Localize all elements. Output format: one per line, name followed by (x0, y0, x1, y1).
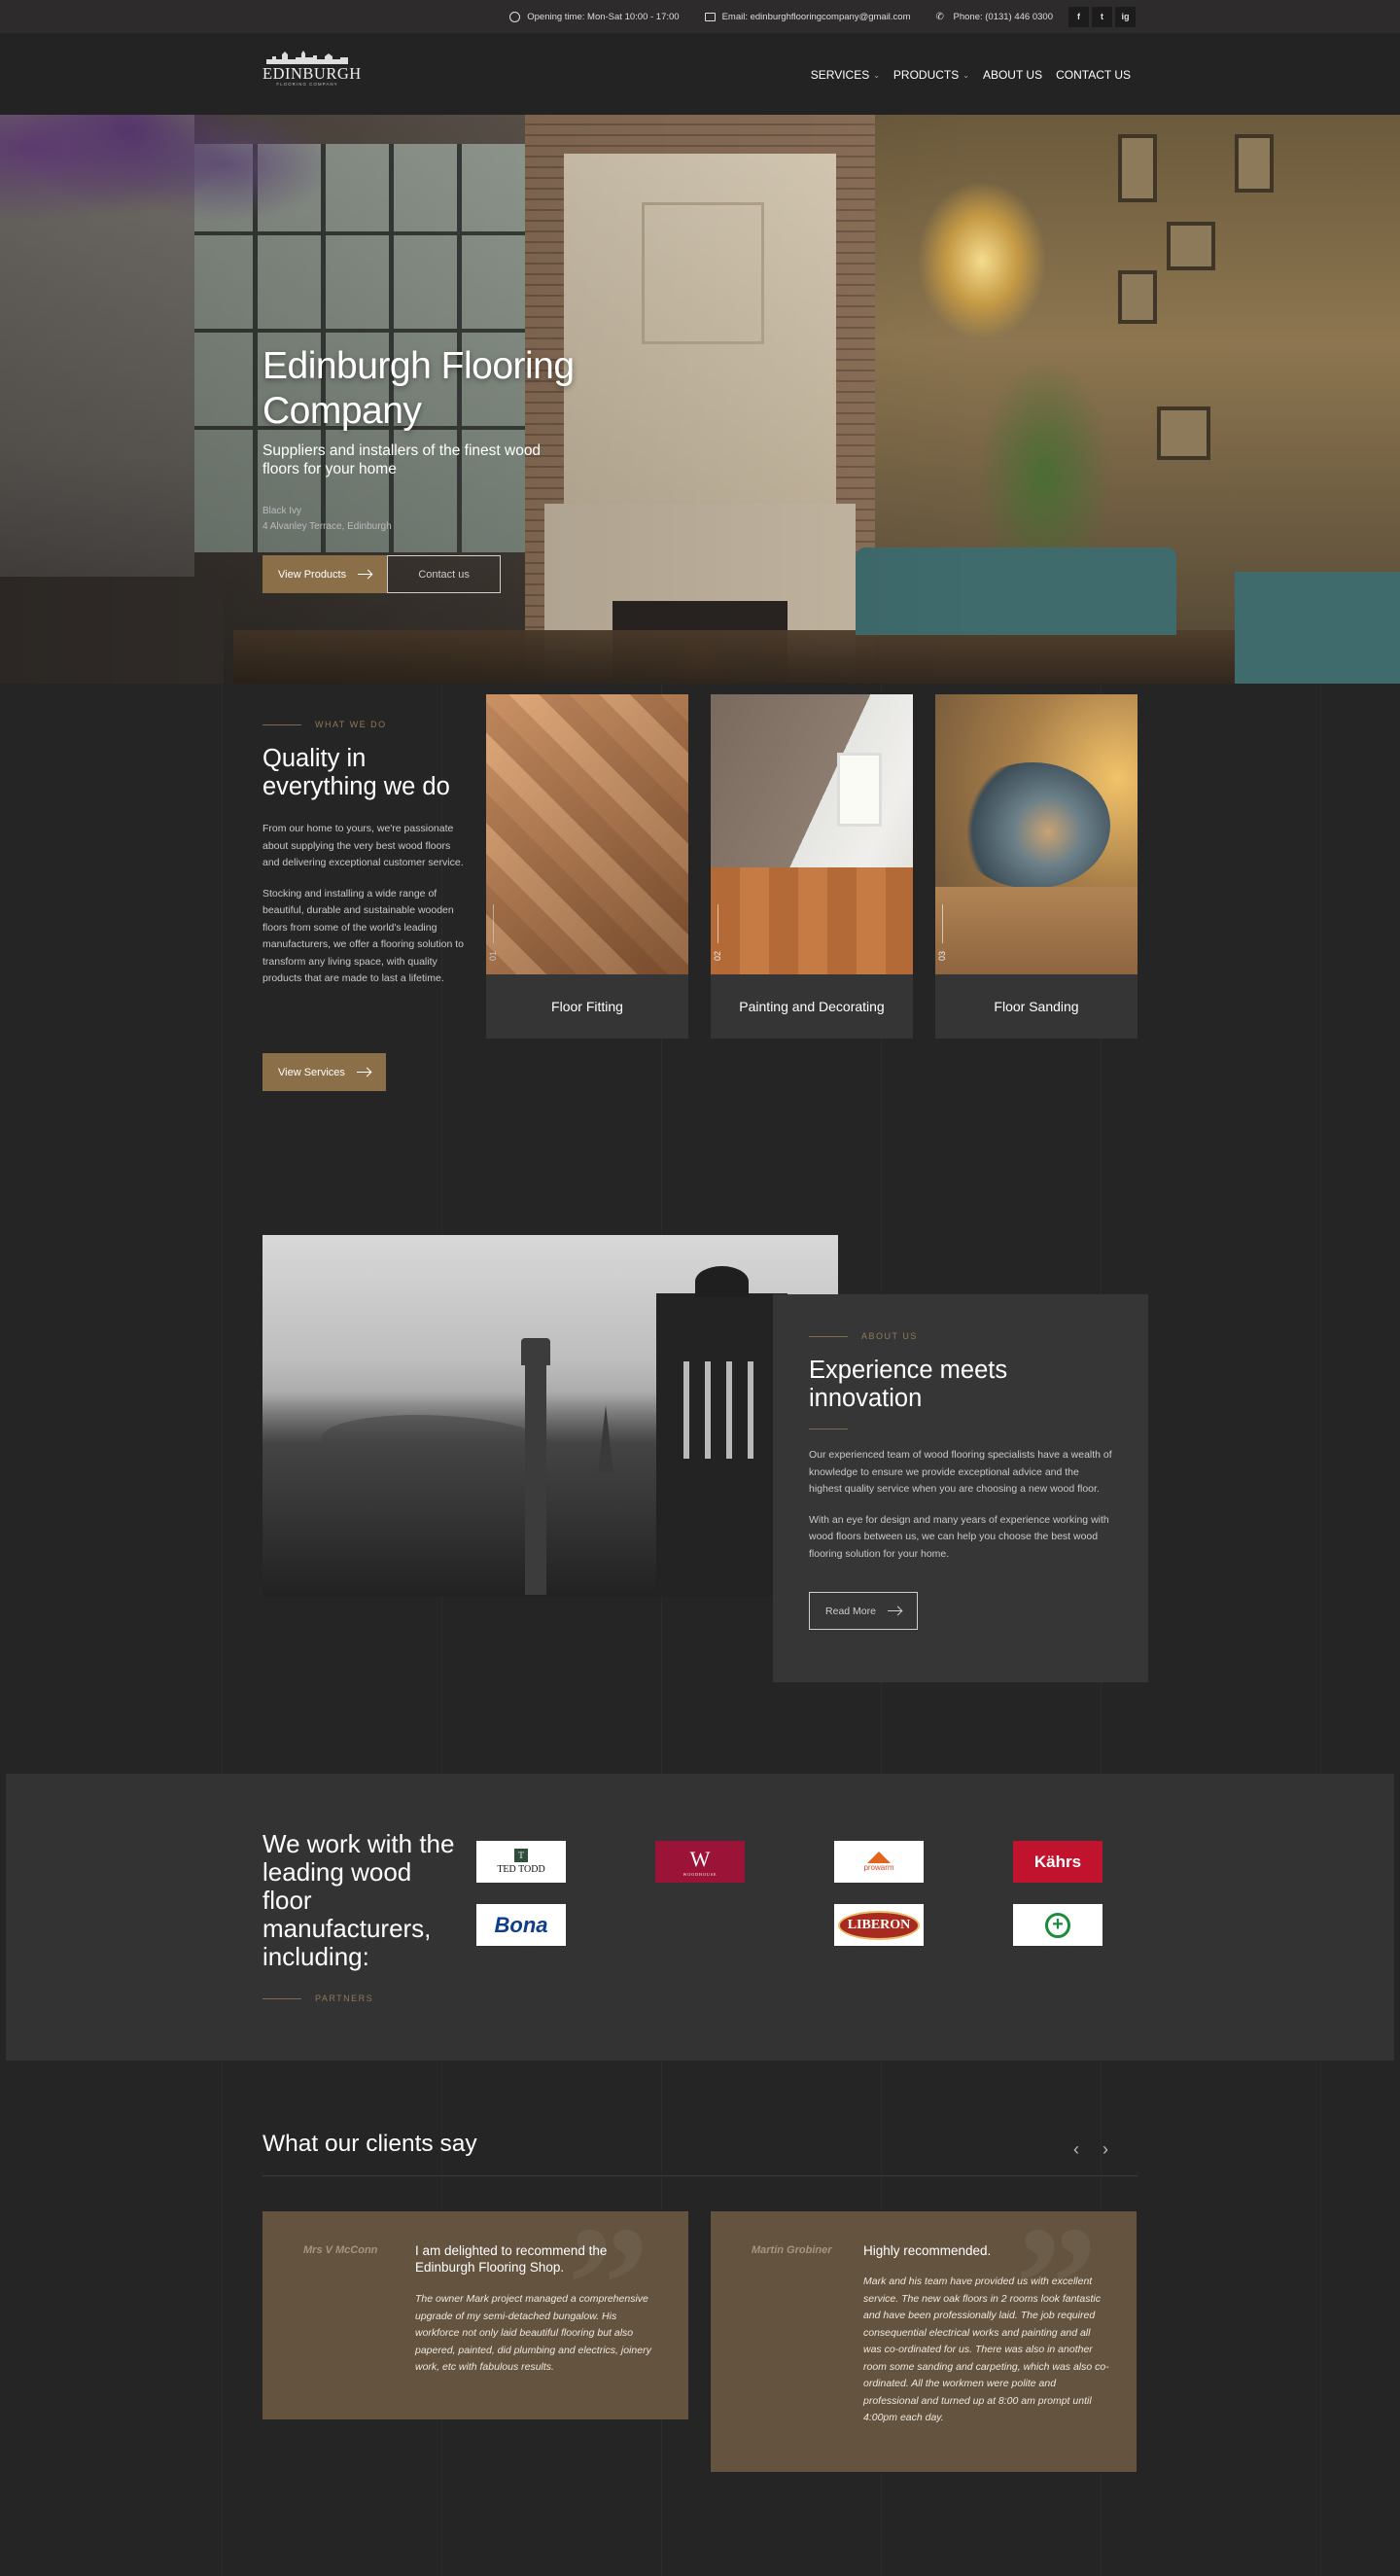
hero-image (0, 115, 1400, 684)
testimonial-card: ” Mrs V McConn I am delighted to recomme… (262, 2211, 688, 2419)
nav-contact-us[interactable]: CONTACT US (1056, 68, 1131, 82)
section-eyebrow: WHAT WE DO (262, 720, 467, 729)
mail-icon (704, 12, 716, 21)
logo-subtitle: FLOORING COMPANY (276, 82, 338, 87)
hero-content: Edinburgh Flooring Company Suppliers and… (262, 344, 651, 535)
service-card-floor-fitting[interactable]: 01 Floor Fitting (486, 694, 688, 1039)
testimonial-headline: I am delighted to recommend the Edinburg… (415, 2243, 608, 2275)
service-image: 01 (486, 694, 688, 974)
email-link[interactable]: Email: edinburghflooringcompany@gmail.co… (704, 12, 911, 22)
chevron-right-icon[interactable]: › (1102, 2139, 1108, 2160)
instagram-icon[interactable]: ig (1115, 6, 1136, 27)
view-products-button[interactable]: View Products (262, 555, 388, 593)
client-name: Mrs V McConn (303, 2244, 378, 2256)
woodhouse-logo[interactable]: W WOODHOUSE (655, 1841, 745, 1883)
card-number: 02 (713, 950, 722, 961)
service-image: 02 (711, 694, 913, 974)
top-info-bar: Opening time: Mon-Sat 10:00 - 17:00 Emai… (0, 0, 1400, 33)
testimonial-body: The owner Mark project managed a compreh… (415, 2293, 651, 2373)
liberon-logo[interactable]: LIBERON (834, 1904, 924, 1946)
divider (809, 1335, 848, 1337)
divider (262, 1997, 301, 1999)
hero-address: Black Ivy 4 Alvanley Terrace, Edinburgh (262, 506, 392, 532)
site-logo[interactable]: EDINBURGH FLOORING COMPANY (262, 49, 362, 88)
clock-icon (509, 11, 521, 22)
client-name: Martin Grobiner (752, 2244, 832, 2256)
card-number: 01 (488, 950, 498, 961)
kahrs-logo[interactable]: Kährs (1013, 1841, 1102, 1883)
service-card-painting[interactable]: 02 Painting and Decorating (711, 694, 913, 1039)
card-number: 03 (937, 950, 947, 961)
arrow-right-icon (358, 574, 372, 575)
hero-title: Edinburgh Flooring Company (262, 345, 575, 432)
social-links: f t ig (1068, 6, 1136, 27)
logo-wordmark: EDINBURGH (262, 64, 362, 83)
nav-services[interactable]: SERVICES ⌄ (811, 68, 880, 82)
edinburgh-skyline-image (262, 1235, 838, 1597)
divider (262, 723, 301, 725)
section-title: Experience meets innovation (809, 1357, 1008, 1412)
ted-todd-logo[interactable]: T TED TODD (476, 1841, 566, 1883)
partners-section: We work with the leading wood floor manu… (6, 1774, 1394, 2061)
view-services-button[interactable]: View Services (262, 1053, 386, 1091)
testimonial-card: ” Martin Grobiner Highly recommended. Ma… (711, 2211, 1137, 2472)
chevron-down-icon: ⌄ (962, 70, 969, 80)
nav-about-us[interactable]: ABOUT US (983, 68, 1042, 82)
chevron-left-icon[interactable]: ‹ (1073, 2139, 1079, 2160)
about-paragraph: With an eye for design and many years of… (809, 1513, 1109, 1560)
main-nav: SERVICES ⌄ PRODUCTS ⌄ ABOUT US CONTACT U… (811, 68, 1131, 82)
site-header: EDINBURGH FLOORING COMPANY SERVICES ⌄ PR… (0, 33, 1400, 115)
about-paragraph: Our experienced team of wood flooring sp… (809, 1449, 1112, 1495)
arrow-right-icon (356, 1072, 370, 1073)
testimonial-headline: Highly recommended. (863, 2243, 992, 2258)
contact-us-button[interactable]: Contact us (387, 555, 502, 593)
partners-title: We work with the leading wood floor manu… (262, 1829, 455, 1971)
services-intro: WHAT WE DO Quality in everything we do F… (262, 720, 467, 988)
skyline-icon (266, 51, 348, 64)
section-title: Quality in everything we do (262, 745, 450, 800)
twitter-icon[interactable]: t (1092, 6, 1112, 27)
chevron-down-icon: ⌄ (873, 70, 880, 80)
services-paragraph: Stocking and installing a wide range of … (262, 887, 465, 985)
testimonials-title: What our clients say (262, 2131, 477, 2157)
arrow-right-icon (887, 1610, 901, 1611)
testimonial-nav: ‹ › (1073, 2139, 1108, 2160)
about-panel: ABOUT US Experience meets innovation Our… (773, 1294, 1148, 1682)
read-more-button[interactable]: Read More (809, 1592, 918, 1630)
facebook-icon[interactable]: f (1068, 6, 1089, 27)
plus-brand-logo[interactable]: + (1013, 1904, 1102, 1946)
section-eyebrow: PARTNERS (262, 1994, 373, 2003)
card-label[interactable]: Floor Fitting (486, 974, 688, 1039)
nav-products[interactable]: PRODUCTS ⌄ (893, 68, 969, 82)
section-eyebrow: ABOUT US (809, 1331, 1112, 1341)
phone-icon: ✆ (935, 11, 944, 22)
service-image: 03 (935, 694, 1138, 974)
hero-subtitle: Suppliers and installers of the finest w… (262, 442, 542, 477)
card-label[interactable]: Painting and Decorating (711, 974, 913, 1039)
hero-buttons: View Products Contact us (262, 555, 502, 593)
service-card-floor-sanding[interactable]: 03 Floor Sanding (935, 694, 1138, 1039)
services-paragraph: From our home to yours, we're passionate… (262, 823, 464, 868)
card-label[interactable]: Floor Sanding (935, 974, 1138, 1039)
divider (262, 2175, 1138, 2176)
phone-link[interactable]: ✆ Phone: (0131) 446 0300 (936, 12, 1053, 22)
prowarm-logo[interactable]: prowarm (834, 1841, 924, 1883)
opening-hours: Opening time: Mon-Sat 10:00 - 17:00 (509, 11, 680, 22)
bona-logo[interactable]: Bona (476, 1904, 566, 1946)
testimonial-body: Mark and his team have provided us with … (863, 2276, 1109, 2423)
house-icon (867, 1852, 891, 1863)
